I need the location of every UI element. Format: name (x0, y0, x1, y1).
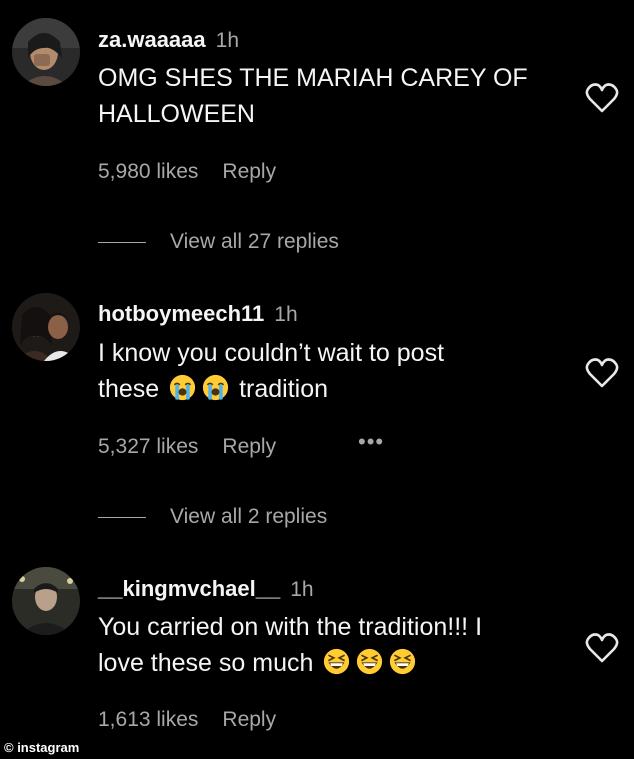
grinning-squinting-face-icon (389, 648, 416, 675)
comment-text-line-2: love these so much (98, 645, 578, 681)
heart-icon[interactable] (585, 632, 619, 664)
comment-text: I know you couldn’t wait to post these t… (98, 335, 578, 407)
timestamp: 1h (215, 29, 239, 52)
more-options-icon[interactable]: ••• (358, 431, 384, 453)
comment-text-fragment: love these so much (98, 649, 314, 677)
comment-text-line: OMG SHES THE MARIAH CAREY OF (98, 64, 528, 92)
comment-text-line: I know you couldn’t wait to post (98, 339, 445, 367)
comment-text: You carried on with the tradition!!! I l… (98, 609, 578, 681)
avatar[interactable] (12, 567, 80, 635)
avatar[interactable] (12, 18, 80, 86)
comment-meta: 5,980 likes Reply (98, 158, 276, 186)
reply-button[interactable]: Reply (222, 160, 276, 183)
comment-text-line: HALLOWEEN (98, 100, 255, 128)
likes-count[interactable]: 5,327 likes (98, 435, 198, 458)
comment-text-fragment: these (98, 375, 160, 403)
divider-line (98, 517, 146, 518)
comment-meta: 1,613 likes Reply (98, 706, 276, 734)
comment-text-line: You carried on with the tradition!!! I (98, 613, 483, 641)
loudly-crying-face-icon (202, 374, 229, 401)
username[interactable]: hotboymeech11 (98, 301, 264, 326)
grinning-squinting-face-icon (323, 648, 350, 675)
timestamp: 1h (274, 303, 298, 326)
username[interactable]: __kingmvchael__ (98, 576, 280, 601)
username[interactable]: za.waaaaa (98, 27, 206, 52)
comment-meta: 5,327 likes Reply (98, 433, 276, 461)
comment-text-fragment: tradition (239, 375, 329, 403)
divider-line (98, 242, 146, 243)
view-replies-label: View all 27 replies (170, 230, 339, 253)
comment-header: za.waaaaa 1h (98, 26, 239, 55)
likes-count[interactable]: 1,613 likes (98, 708, 198, 731)
comment-header: __kingmvchael__ 1h (98, 575, 314, 604)
heart-icon[interactable] (585, 82, 619, 114)
reply-button[interactable]: Reply (222, 708, 276, 731)
grinning-squinting-face-icon (356, 648, 383, 675)
likes-count[interactable]: 5,980 likes (98, 160, 198, 183)
avatar[interactable] (12, 293, 80, 361)
timestamp: 1h (290, 578, 314, 601)
comment-text: OMG SHES THE MARIAH CAREY OF HALLOWEEN (98, 60, 578, 132)
photo-credit: © instagram (4, 740, 80, 755)
loudly-crying-face-icon (169, 374, 196, 401)
comment-header: hotboymeech11 1h (98, 300, 298, 329)
heart-icon[interactable] (585, 357, 619, 389)
reply-button[interactable]: Reply (222, 435, 276, 458)
view-replies-label: View all 2 replies (170, 505, 328, 528)
comment-text-line-2: these tradition (98, 371, 578, 407)
